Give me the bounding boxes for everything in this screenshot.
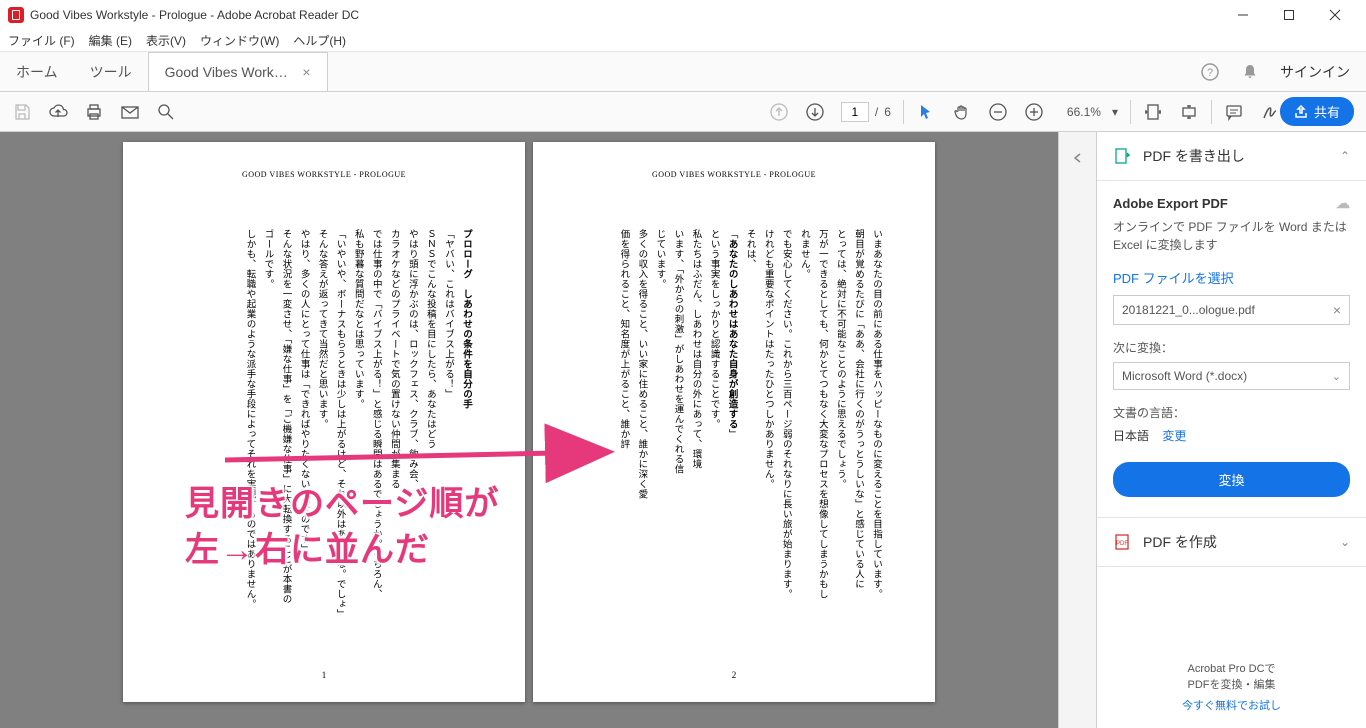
tab-document[interactable]: Good Vibes Workst... ×	[148, 52, 328, 91]
tabbar: ホーム ツール Good Vibes Workst... × ? サインイン	[0, 52, 1366, 92]
page-header-right: GOOD VIBES WORKSTYLE - PROLOGUE	[583, 170, 885, 179]
export-desc: オンラインで PDF ファイルを Word または Excel に変換します	[1113, 218, 1350, 254]
tab-tools-label: ツール	[90, 62, 132, 82]
selected-file-field[interactable]: 20181221_0...ologue.pdf ×	[1113, 295, 1350, 325]
page-right: GOOD VIBES WORKSTYLE - PROLOGUE いまあなたの目の…	[533, 142, 935, 702]
share-label: 共有	[1314, 102, 1340, 121]
menu-view[interactable]: 表示(V)	[146, 32, 186, 49]
signin-link[interactable]: サインイン	[1280, 62, 1350, 82]
export-title: Adobe Export PDF	[1113, 196, 1228, 211]
menu-edit[interactable]: 編集 (E)	[89, 32, 132, 49]
select-file-link[interactable]: PDF ファイルを選択	[1113, 268, 1350, 287]
side-rail	[1058, 132, 1096, 728]
export-pdf-icon	[1113, 147, 1131, 165]
page-current-input[interactable]	[841, 102, 869, 122]
rail-toggle-icon[interactable]	[1066, 146, 1090, 170]
page-right-number: 2	[533, 670, 935, 680]
share-button[interactable]: 共有	[1280, 97, 1354, 126]
zoom-level[interactable]: 66.1% ▾	[1060, 102, 1118, 122]
comment-icon[interactable]	[1224, 102, 1244, 122]
menu-window[interactable]: ウィンドウ(W)	[200, 32, 279, 49]
selected-filename: 20181221_0...ologue.pdf	[1122, 303, 1255, 317]
clear-file-icon[interactable]: ×	[1333, 302, 1341, 318]
chevron-down-icon: ▾	[1112, 105, 1118, 119]
tab-close-icon[interactable]: ×	[302, 64, 310, 80]
export-section-body: Adobe Export PDF ☁ オンラインで PDF ファイルを Word…	[1097, 181, 1366, 518]
page-up-icon[interactable]	[769, 102, 789, 122]
tab-document-label: Good Vibes Workst...	[165, 64, 295, 80]
footer-line2: PDFを変換・編集	[1111, 677, 1352, 694]
create-pdf-icon: PDF	[1113, 533, 1131, 551]
page-left-body: プロローグ しあわせの条件を自分の手「ヤバい、これはバイブス上がる！」ＳＮＳでこ…	[240, 229, 475, 629]
sign-icon[interactable]	[1260, 102, 1280, 122]
page-total: 6	[884, 105, 891, 119]
page-header-left: GOOD VIBES WORKSTYLE - PROLOGUE	[173, 170, 475, 179]
svg-text:PDF: PDF	[1116, 541, 1128, 547]
cloud-small-icon: ☁	[1336, 195, 1350, 212]
convert-to-select[interactable]: Microsoft Word (*.docx) ⌄	[1113, 362, 1350, 390]
chevron-down-icon: ⌄	[1332, 370, 1341, 383]
maximize-button[interactable]	[1266, 0, 1312, 30]
app-icon	[8, 7, 24, 23]
right-panel: PDF を書き出し ⌃ Adobe Export PDF ☁ オンラインで PD…	[1096, 132, 1366, 728]
doc-lang-label: 文書の言語：	[1113, 404, 1350, 421]
toolbar: / 6 66.1% ▾ 共有	[0, 92, 1366, 132]
zoom-in-icon[interactable]	[1024, 102, 1044, 122]
save-icon[interactable]	[12, 102, 32, 122]
share-icon	[1294, 105, 1308, 119]
convert-to-label: 次に変換：	[1113, 339, 1350, 356]
cloud-icon[interactable]	[48, 102, 68, 122]
fit-width-icon[interactable]	[1143, 102, 1163, 122]
window-controls	[1220, 0, 1358, 30]
page-left: GOOD VIBES WORKSTYLE - PROLOGUE プロローグ しあ…	[123, 142, 525, 702]
convert-button[interactable]: 変換	[1113, 462, 1350, 497]
footer-line1: Acrobat Pro DCで	[1111, 661, 1352, 678]
export-section-header[interactable]: PDF を書き出し ⌃	[1097, 132, 1366, 181]
search-icon[interactable]	[156, 102, 176, 122]
page-sep: /	[875, 105, 878, 119]
footer-try-link[interactable]: 今すぐ無料でお試し	[1111, 698, 1352, 715]
tab-home-label: ホーム	[16, 62, 58, 82]
select-tool-icon[interactable]	[916, 102, 936, 122]
chevron-down-icon: ⌄	[1340, 535, 1350, 549]
create-header-label: PDF を作成	[1143, 532, 1328, 552]
page-indicator: / 6	[841, 102, 891, 122]
menu-file[interactable]: ファイル (F)	[8, 32, 75, 49]
zoom-out-icon[interactable]	[988, 102, 1008, 122]
minimize-button[interactable]	[1220, 0, 1266, 30]
zoom-value: 66.1%	[1060, 102, 1108, 122]
bell-icon[interactable]	[1240, 62, 1260, 82]
page-left-number: 1	[123, 670, 525, 680]
tab-tools[interactable]: ツール	[74, 52, 148, 91]
window-title: Good Vibes Workstyle - Prologue - Adobe …	[30, 8, 1220, 22]
print-icon[interactable]	[84, 102, 104, 122]
tab-home[interactable]: ホーム	[0, 52, 74, 91]
menu-help[interactable]: ヘルプ(H)	[293, 32, 346, 49]
create-section-header[interactable]: PDF PDF を作成 ⌄	[1097, 518, 1366, 567]
mail-icon[interactable]	[120, 102, 140, 122]
main-area: GOOD VIBES WORKSTYLE - PROLOGUE プロローグ しあ…	[0, 132, 1366, 728]
convert-button-label: 変換	[1218, 473, 1244, 488]
chevron-up-icon: ⌃	[1340, 149, 1350, 163]
doc-lang-value: 日本語	[1113, 429, 1149, 443]
menubar: ファイル (F) 編集 (E) 表示(V) ウィンドウ(W) ヘルプ(H)	[0, 30, 1366, 52]
close-button[interactable]	[1312, 0, 1358, 30]
convert-to-value: Microsoft Word (*.docx)	[1122, 369, 1247, 383]
page-right-body: いまあなたの目の前にある仕事をハッピーなものに変えることを目指しています。朝目が…	[614, 229, 885, 629]
hand-tool-icon[interactable]	[952, 102, 972, 122]
document-viewport[interactable]: GOOD VIBES WORKSTYLE - PROLOGUE プロローグ しあ…	[0, 132, 1058, 728]
panel-footer: Acrobat Pro DCで PDFを変換・編集 今すぐ無料でお試し	[1097, 647, 1366, 728]
help-icon[interactable]: ?	[1200, 62, 1220, 82]
page-down-icon[interactable]	[805, 102, 825, 122]
export-header-label: PDF を書き出し	[1143, 146, 1328, 166]
titlebar: Good Vibes Workstyle - Prologue - Adobe …	[0, 0, 1366, 30]
svg-text:?: ?	[1207, 67, 1213, 79]
doc-lang-change-link[interactable]: 変更	[1162, 429, 1186, 443]
fit-page-icon[interactable]	[1179, 102, 1199, 122]
